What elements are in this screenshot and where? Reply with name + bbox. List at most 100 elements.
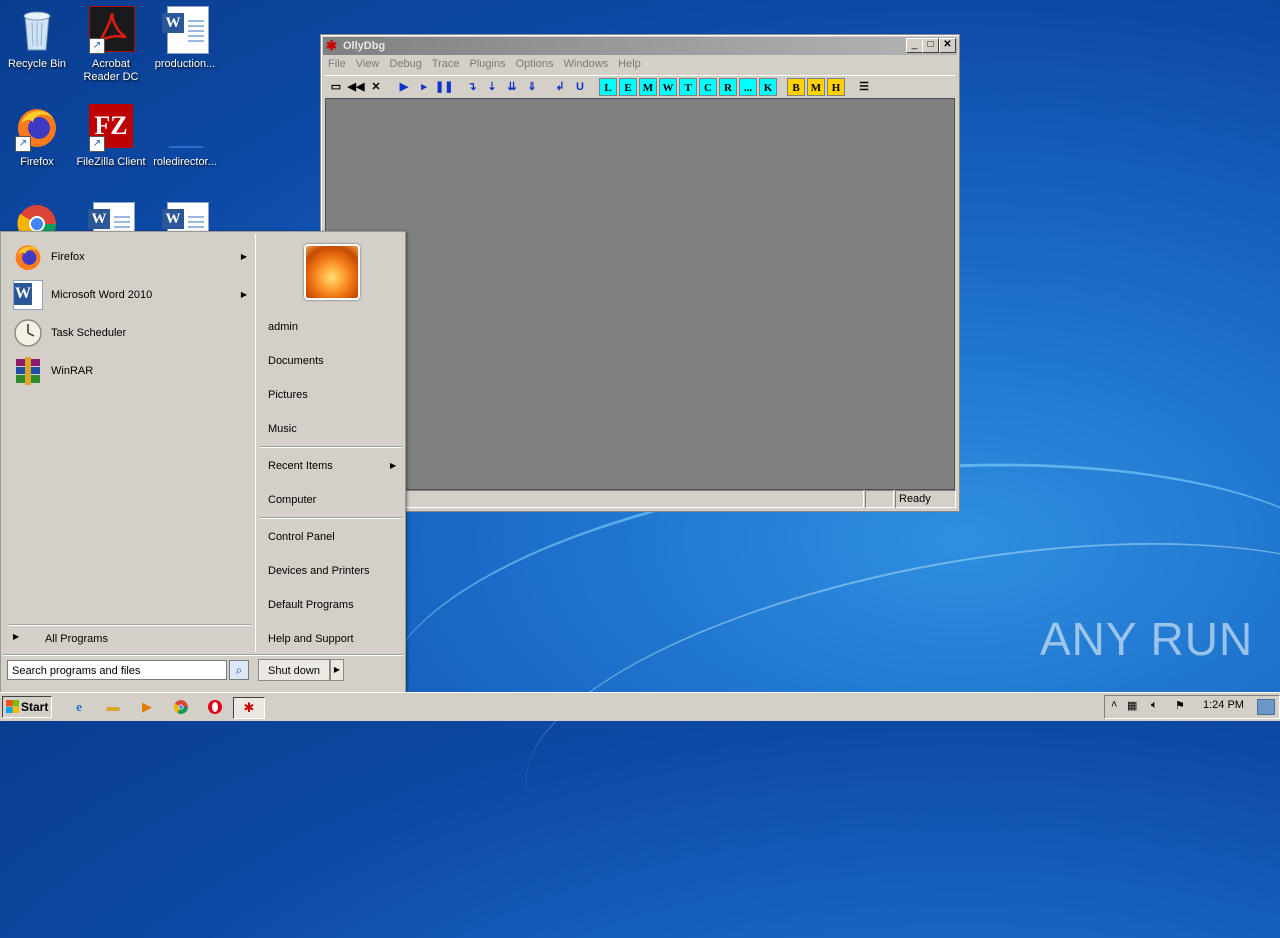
run-trace-button[interactable]: ... bbox=[739, 78, 757, 96]
threads-button[interactable]: T bbox=[679, 78, 697, 96]
shutdown-options-arrow-icon[interactable]: ▶ bbox=[330, 659, 344, 681]
step-into-icon[interactable]: ↴ bbox=[463, 78, 481, 96]
start-item-task-scheduler[interactable]: Task Scheduler bbox=[11, 316, 251, 350]
window-title: OllyDbg bbox=[343, 40, 386, 52]
desktop-icon-recycle-bin[interactable]: Recycle Bin bbox=[0, 6, 74, 71]
references-button[interactable]: R bbox=[719, 78, 737, 96]
start-link-default-programs[interactable]: Default Programs bbox=[268, 599, 354, 611]
minimize-button[interactable]: _ bbox=[906, 38, 923, 53]
internet-explorer-icon[interactable]: e bbox=[69, 697, 89, 717]
all-programs-link[interactable]: All Programs bbox=[45, 630, 108, 648]
menu-options[interactable]: Options bbox=[511, 56, 559, 73]
breakpoints-button[interactable]: B bbox=[787, 78, 805, 96]
mdi-client-area[interactable] bbox=[325, 98, 955, 490]
start-link-documents[interactable]: Documents bbox=[268, 355, 324, 367]
desktop-icon-label: FileZilla Client bbox=[76, 156, 146, 168]
volume-icon[interactable]: 🔈︎ bbox=[1151, 699, 1158, 712]
desktop-icon-acrobat[interactable]: ↗ Acrobat Reader DC bbox=[74, 6, 148, 84]
start-link-computer[interactable]: Computer bbox=[268, 494, 316, 506]
menu-help[interactable]: Help bbox=[613, 56, 646, 73]
start-link-help-support[interactable]: Help and Support bbox=[268, 633, 354, 645]
start-item-label: Firefox bbox=[51, 251, 85, 263]
menu-windows[interactable]: Windows bbox=[559, 56, 614, 73]
step-over-icon[interactable]: ⇣ bbox=[483, 78, 501, 96]
open-folder-icon[interactable]: ▭ bbox=[327, 78, 345, 96]
ollydbg-taskbar-button[interactable]: ✱ bbox=[233, 697, 265, 719]
trace-over-icon[interactable]: ⇓ bbox=[523, 78, 541, 96]
acrobat-icon: ↗ bbox=[89, 6, 135, 54]
word-document-icon: W bbox=[162, 6, 209, 54]
start-item-label: Task Scheduler bbox=[51, 327, 127, 339]
show-desktop-icon[interactable] bbox=[1257, 699, 1275, 715]
chrome-icon[interactable] bbox=[171, 697, 191, 717]
close-button[interactable]: ✕ bbox=[939, 38, 956, 53]
ollydbg-window[interactable]: ✱ OllyDbg _ □ ✕ File View Debug Trace Plugin… bbox=[320, 34, 960, 512]
folder-icon[interactable]: ▬ bbox=[103, 697, 123, 717]
menu-file[interactable]: File bbox=[323, 56, 351, 73]
winrar-icon bbox=[13, 356, 43, 386]
pause-icon[interactable]: ❚❚ bbox=[435, 78, 453, 96]
window-titlebar[interactable]: ✱ OllyDbg bbox=[323, 37, 957, 55]
trace-into-icon[interactable]: ⇊ bbox=[503, 78, 521, 96]
status-text: Ready bbox=[895, 490, 956, 508]
call-stack-button[interactable]: K bbox=[759, 78, 777, 96]
clock[interactable]: 1:24 PM bbox=[1203, 699, 1244, 711]
windows-button[interactable]: W bbox=[659, 78, 677, 96]
execute-till-return-icon[interactable]: ↲ bbox=[551, 78, 569, 96]
menu-trace[interactable]: Trace bbox=[427, 56, 465, 73]
user-avatar[interactable] bbox=[304, 244, 360, 300]
submenu-arrow-icon: ▶ bbox=[240, 252, 247, 261]
cpu-button[interactable]: C bbox=[699, 78, 717, 96]
start-link-pictures[interactable]: Pictures bbox=[268, 389, 308, 401]
start-link-devices-printers[interactable]: Devices and Printers bbox=[268, 565, 370, 577]
media-player-icon[interactable]: ▶ bbox=[137, 697, 157, 717]
shortcut-arrow-icon: ↗ bbox=[15, 136, 31, 152]
start-link-recent-items[interactable]: Recent Items bbox=[268, 460, 333, 472]
word-icon: W bbox=[13, 280, 43, 310]
search-input[interactable]: Search programs and files bbox=[7, 660, 227, 680]
start-item-winrar[interactable]: WinRAR bbox=[11, 354, 251, 388]
menu-plugins[interactable]: Plugins bbox=[465, 56, 511, 73]
executable-modules-button[interactable]: E bbox=[619, 78, 637, 96]
desktop-icon-firefox[interactable]: ↗ Firefox bbox=[0, 104, 74, 169]
search-icon[interactable]: ⌕ bbox=[229, 660, 249, 680]
restart-icon[interactable]: ◀◀ bbox=[347, 78, 365, 96]
start-link-admin[interactable]: admin bbox=[268, 321, 298, 333]
execute-till-user-icon[interactable]: U bbox=[571, 78, 589, 96]
desktop-icon-label: Acrobat Reader DC bbox=[83, 58, 139, 83]
desktop-icon-filezilla[interactable]: FZ ↗ FileZilla Client bbox=[74, 104, 148, 169]
shutdown-button[interactable]: Shut down bbox=[258, 659, 330, 681]
toolbar: ▭ ◀◀ ✕ ▶ ▸ ❚❚ ↴ ⇣ ⇊ ⇓ ↲ U L E M W T C R … bbox=[325, 75, 955, 99]
separator bbox=[9, 624, 251, 626]
shortcut-arrow-icon: ↗ bbox=[89, 136, 105, 152]
memory-breakpoints-button[interactable]: M bbox=[807, 78, 825, 96]
desktop-icon-label: Recycle Bin bbox=[7, 58, 67, 70]
log-window-button[interactable]: L bbox=[599, 78, 617, 96]
firefox-icon bbox=[13, 242, 43, 272]
desktop-icon-production-doc[interactable]: W production... bbox=[148, 6, 222, 71]
memory-map-button[interactable]: M bbox=[639, 78, 657, 96]
start-item-firefox[interactable]: Firefox ▶ bbox=[11, 240, 251, 274]
opera-icon[interactable] bbox=[205, 697, 225, 717]
action-center-flag-icon[interactable]: ⚑ bbox=[1175, 699, 1185, 712]
list-icon[interactable]: ☰ bbox=[855, 78, 873, 96]
menu-view[interactable]: View bbox=[351, 56, 385, 73]
start-button[interactable]: Start bbox=[2, 696, 52, 718]
close-program-icon[interactable]: ✕ bbox=[367, 78, 385, 96]
desktop-icon-roledirector[interactable]: roledirector... bbox=[148, 104, 222, 169]
start-menu-programs-pane: Firefox ▶ W Microsoft Word 2010 ▶ Task S… bbox=[3, 234, 253, 652]
system-tray: ˄ ▦ 🔈︎ ⚑ 1:24 PM bbox=[1104, 695, 1280, 719]
start-link-control-panel[interactable]: Control Panel bbox=[268, 531, 335, 543]
start-item-word[interactable]: W Microsoft Word 2010 ▶ bbox=[11, 278, 251, 312]
hardware-breakpoints-button[interactable]: H bbox=[827, 78, 845, 96]
file-icon bbox=[163, 104, 207, 152]
show-hidden-icons-icon[interactable]: ˄ bbox=[1111, 699, 1117, 711]
start-link-music[interactable]: Music bbox=[268, 423, 297, 435]
recycle-bin-icon bbox=[15, 6, 59, 54]
maximize-button[interactable]: □ bbox=[922, 38, 939, 53]
start-item-label: WinRAR bbox=[51, 365, 94, 377]
run-icon[interactable]: ▶ bbox=[395, 78, 413, 96]
run-thread-icon[interactable]: ▸ bbox=[415, 78, 433, 96]
menu-debug[interactable]: Debug bbox=[384, 56, 426, 73]
network-icon[interactable]: ▦ bbox=[1127, 699, 1137, 712]
